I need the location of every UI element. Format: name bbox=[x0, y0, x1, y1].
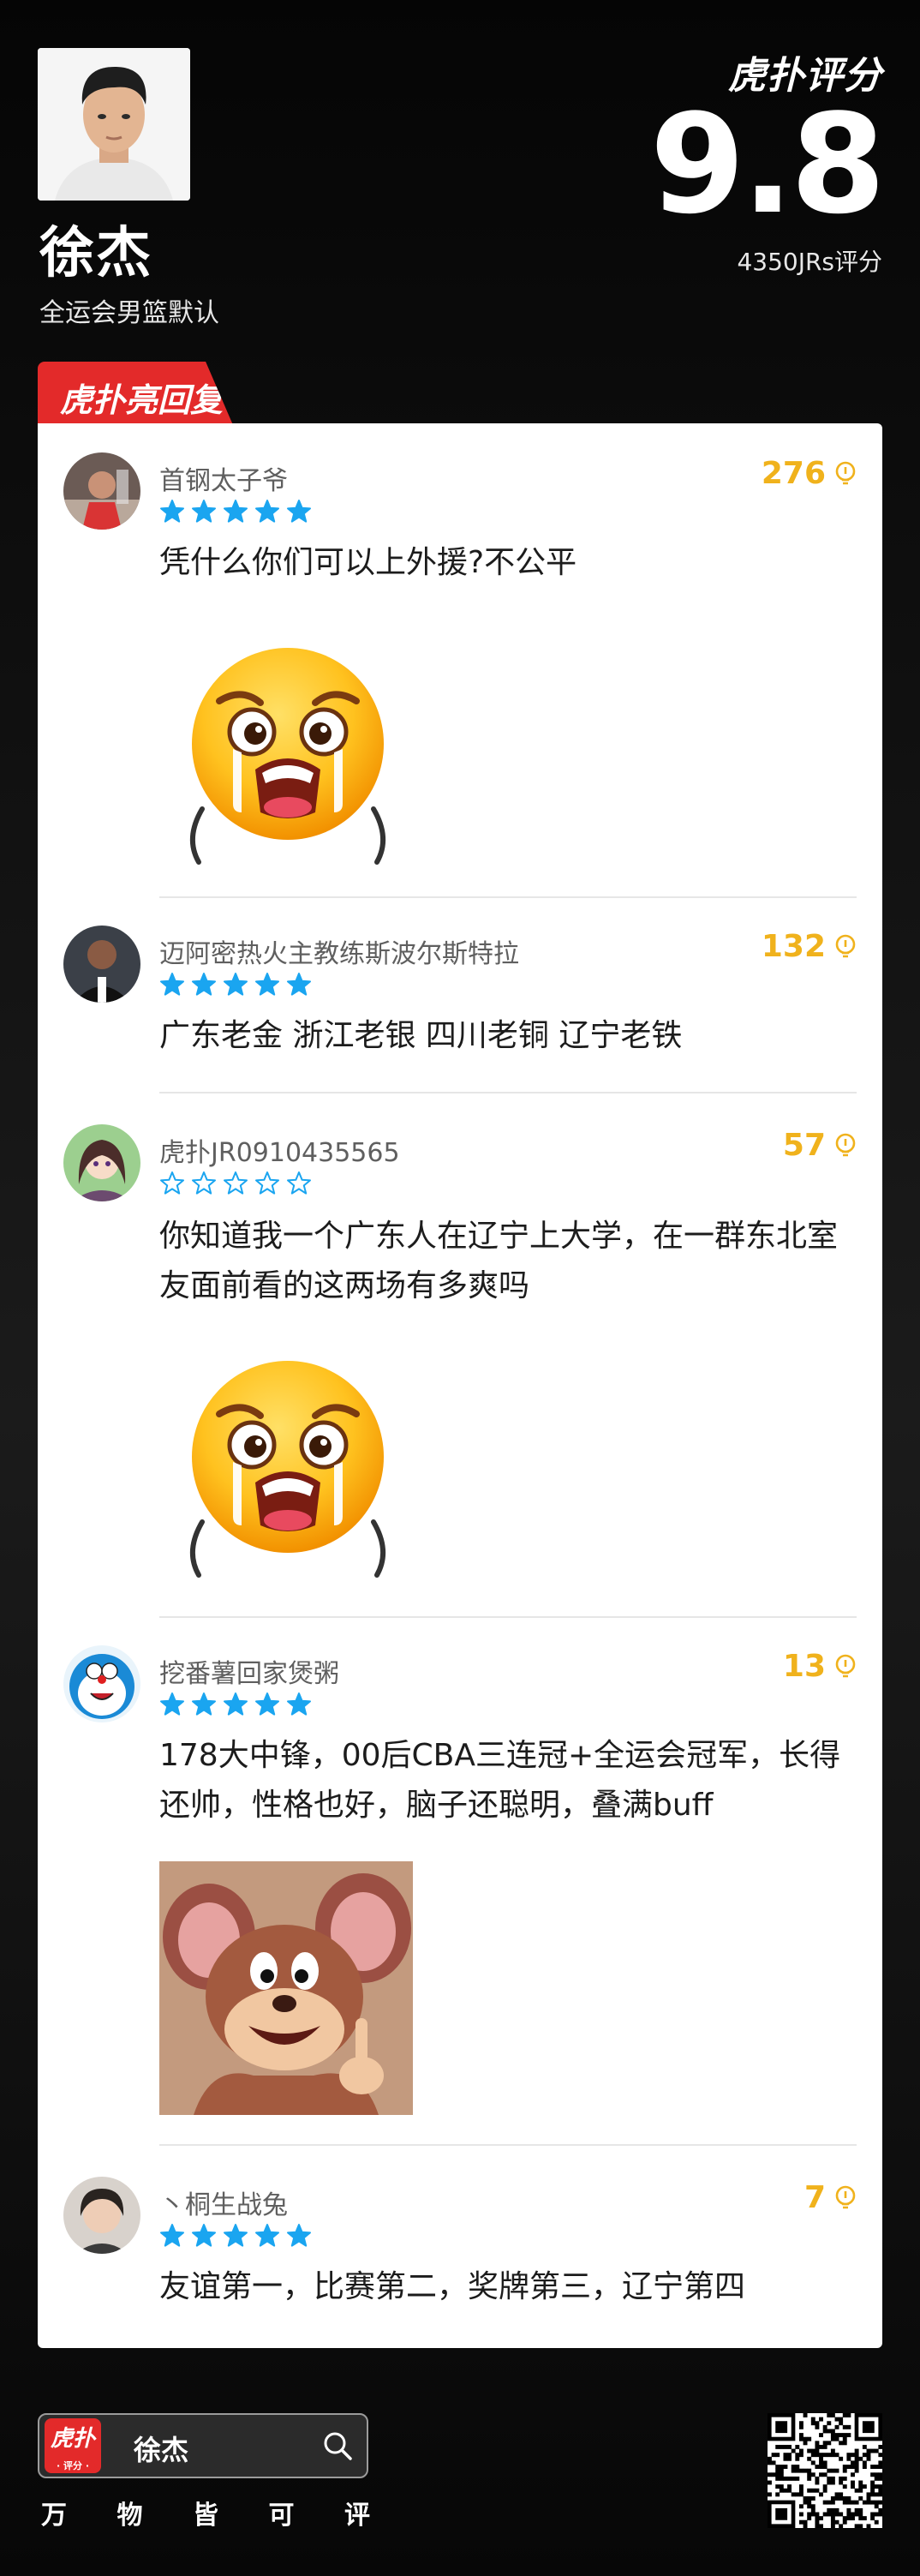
divider bbox=[159, 1092, 857, 1093]
like-count-value: 132 bbox=[761, 929, 826, 964]
star-filled-icon bbox=[160, 1692, 184, 1716]
star-outline-icon bbox=[224, 1171, 248, 1195]
comment-text: 友谊第一，比赛第二，奖牌第三，辽宁第四 bbox=[159, 2269, 746, 2304]
search-icon[interactable] bbox=[320, 2429, 355, 2463]
star-filled-icon bbox=[224, 1692, 248, 1716]
search-input[interactable]: 徐杰 bbox=[134, 2429, 188, 2468]
like-count[interactable]: 132 bbox=[762, 929, 857, 964]
star-filled-icon bbox=[255, 973, 279, 996]
rating-count: 4350JRs评分 bbox=[737, 248, 882, 276]
star-rating bbox=[159, 1171, 312, 1196]
star-filled-icon bbox=[160, 500, 184, 523]
star-outline-icon bbox=[192, 1171, 216, 1195]
divider bbox=[159, 1616, 857, 1618]
lightbulb-icon bbox=[835, 934, 856, 957]
star-filled-icon bbox=[287, 500, 311, 523]
player-name: 徐杰 bbox=[39, 222, 152, 285]
star-outline-icon bbox=[255, 1171, 279, 1195]
username[interactable]: 丶桐生战兔 bbox=[159, 2184, 288, 2221]
search-bar[interactable]: 虎扑 · 评分 · 徐杰 bbox=[38, 2413, 368, 2478]
star-filled-icon bbox=[192, 500, 216, 523]
star-filled-icon bbox=[255, 500, 279, 523]
like-count[interactable]: 7 bbox=[804, 2180, 857, 2215]
star-outline-icon bbox=[160, 1171, 184, 1195]
star-filled-icon bbox=[192, 1692, 216, 1716]
slogan-char: 评 bbox=[344, 2501, 370, 2531]
like-count[interactable]: 57 bbox=[783, 1128, 857, 1163]
star-outline-icon bbox=[287, 1171, 311, 1195]
user-avatar[interactable] bbox=[63, 1645, 140, 1722]
lightbulb-icon bbox=[835, 461, 856, 484]
star-filled-icon bbox=[287, 1692, 311, 1716]
username[interactable]: 迈阿密热火主教练斯波尔斯特拉 bbox=[159, 932, 519, 970]
like-count-value: 57 bbox=[782, 1128, 826, 1163]
qr-code bbox=[768, 2413, 883, 2529]
star-rating bbox=[159, 2223, 312, 2249]
like-count-value: 276 bbox=[761, 456, 826, 491]
user-avatar[interactable] bbox=[63, 1124, 140, 1201]
like-count-value: 13 bbox=[782, 1649, 826, 1684]
star-rating bbox=[159, 972, 312, 997]
like-count[interactable]: 276 bbox=[762, 456, 857, 491]
user-avatar[interactable] bbox=[63, 452, 140, 530]
like-count-value: 7 bbox=[804, 2180, 826, 2215]
slogan-char: 可 bbox=[268, 2501, 295, 2531]
username[interactable]: 挖番薯回家煲粥 bbox=[159, 1652, 339, 1690]
slogan-char: 皆 bbox=[193, 2501, 218, 2531]
divider bbox=[159, 896, 857, 898]
star-filled-icon bbox=[287, 2224, 311, 2247]
divider bbox=[159, 2144, 857, 2146]
star-filled-icon bbox=[255, 2224, 279, 2247]
player-subtitle: 全运会男篮默认 bbox=[39, 298, 219, 328]
comment-text: 你知道我一个广东人在辽宁上大学，在一群东北室友面前看的这两场有多爽吗 bbox=[159, 1219, 839, 1303]
crying-emoji-sticker bbox=[173, 1354, 403, 1584]
app-logo-icon: 虎扑 · 评分 · bbox=[45, 2418, 101, 2473]
section-tag: 虎扑亮回复 bbox=[38, 362, 233, 425]
section-tag-label: 虎扑亮回复 bbox=[60, 381, 224, 419]
comment-text: 凭什么你们可以上外援?不公平 bbox=[159, 545, 577, 580]
player-photo bbox=[38, 48, 190, 201]
star-filled-icon bbox=[224, 973, 248, 996]
username[interactable]: 虎扑JR0910435565 bbox=[159, 1131, 400, 1169]
star-filled-icon bbox=[192, 2224, 216, 2247]
jerry-meme-image bbox=[159, 1861, 413, 2115]
star-filled-icon bbox=[224, 500, 248, 523]
lightbulb-icon bbox=[835, 2185, 856, 2208]
star-filled-icon bbox=[287, 973, 311, 996]
app-logo-subtext: · 评分 · bbox=[56, 2460, 90, 2471]
comment-text: 广东老金 浙江老银 四川老铜 辽宁老铁 bbox=[159, 1018, 683, 1053]
username[interactable]: 首钢太子爷 bbox=[159, 459, 288, 497]
comment-text: 178大中锋，00后CBA三连冠+全运会冠军，长得还帅，性格也好，脑子还聪明，叠… bbox=[159, 1738, 841, 1823]
star-filled-icon bbox=[224, 2224, 248, 2247]
like-count[interactable]: 13 bbox=[783, 1649, 857, 1684]
crying-emoji-sticker bbox=[173, 641, 403, 871]
lightbulb-icon bbox=[835, 1654, 856, 1677]
lightbulb-icon bbox=[835, 1133, 856, 1156]
star-rating bbox=[159, 1692, 312, 1717]
star-rating bbox=[159, 499, 312, 524]
star-filled-icon bbox=[160, 973, 184, 996]
app-logo-text: 虎扑 bbox=[50, 2426, 95, 2452]
header: 徐杰 全运会男篮默认 虎扑评分 9.8 4350JRs评分 bbox=[0, 0, 920, 360]
star-filled-icon bbox=[160, 2224, 184, 2247]
user-avatar[interactable] bbox=[63, 926, 140, 1003]
slogan-char: 物 bbox=[116, 2501, 143, 2531]
overall-score: 9.8 bbox=[649, 84, 886, 244]
user-avatar[interactable] bbox=[63, 2177, 140, 2254]
comments-card: 首钢太子爷 276 凭什么你们可以上外援?不公平 迈阿密热火主教练斯波尔斯特拉 … bbox=[38, 423, 882, 2348]
star-filled-icon bbox=[192, 973, 216, 996]
star-filled-icon bbox=[255, 1692, 279, 1716]
slogan-char: 万 bbox=[41, 2501, 67, 2531]
slogan: 万 物 皆 可 评 bbox=[41, 2494, 370, 2531]
